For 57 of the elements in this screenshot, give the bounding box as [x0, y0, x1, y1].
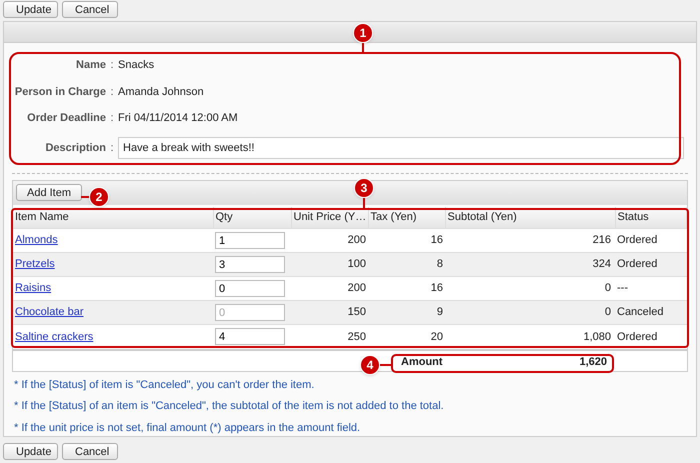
field-label: Order Deadline [26, 111, 106, 126]
table-cell: 324 [445, 252, 615, 276]
update-button[interactable]: Update [3, 1, 58, 18]
column-header[interactable]: Item Name [13, 206, 213, 228]
table-cell: Ordered [615, 252, 686, 276]
table-cell: 250 [291, 324, 368, 348]
column-header[interactable]: Subtotal (Yen) [445, 206, 615, 228]
cancel-button[interactable]: Cancel [62, 1, 118, 18]
table-cell: 0 [445, 300, 615, 324]
update-button[interactable]: Update [3, 443, 58, 460]
item-link[interactable]: Chocolate bar [15, 306, 84, 318]
table-cell: 200 [291, 276, 368, 300]
table-cell: 100 [291, 252, 368, 276]
colon: : [109, 140, 115, 156]
table-cell: --- [615, 276, 686, 300]
column-header[interactable]: Qty [213, 206, 291, 228]
note-text: * If the [Status] of item is "Canceled", you can't order the item. [14, 378, 316, 392]
colon: : [109, 84, 115, 100]
colon: : [109, 111, 115, 126]
note-text: * If the unit price is not set, final amount (*) appears in the amount field. [14, 420, 362, 436]
qty-field[interactable]: 3 [215, 256, 285, 273]
field-label: Description [44, 140, 106, 156]
table-cell: 200 [291, 228, 368, 252]
amount-value: 1,620 [579, 355, 607, 370]
table-cell: 150 [291, 300, 368, 324]
table-cell: 216 [445, 228, 615, 252]
cancel-button[interactable]: Cancel [62, 443, 118, 460]
column-header[interactable]: Unit Price (Y… [291, 206, 368, 228]
colon: : [109, 58, 115, 74]
table-cell: 8 [368, 252, 445, 276]
table-cell: 1,080 [445, 324, 615, 348]
table-cell: 0 [445, 276, 615, 300]
table-cell: 16 [368, 228, 445, 252]
table-cell: 20 [368, 324, 445, 348]
field-label: Name [75, 58, 106, 74]
field-label: Person in Charge [14, 84, 106, 100]
item-link[interactable]: Raisins [15, 282, 52, 294]
table-cell: Canceled [615, 300, 686, 324]
table-cell: 9 [368, 300, 445, 324]
column-header[interactable]: Tax (Yen) [368, 206, 445, 228]
amount-label: Amount [401, 355, 443, 370]
column-header[interactable]: Status [615, 206, 686, 228]
note-text: * If the [Status] of an item is "Canceled", the subtotal of the item is not added to the total. [14, 399, 445, 414]
field-value: Fri 04/11/2014 12:00 AM [118, 111, 238, 126]
table-cell: Ordered [615, 324, 686, 348]
qty-field[interactable]: 4 [215, 328, 285, 346]
field-value: Amanda Johnson [118, 84, 204, 100]
field-value: Snacks [118, 58, 154, 74]
qty-field[interactable]: 0 [215, 280, 285, 297]
item-link[interactable]: Almonds [15, 234, 58, 246]
table-cell: Ordered [615, 228, 686, 252]
add-item-button[interactable]: Add Item [16, 184, 82, 201]
item-link[interactable]: Saltine crackers [15, 330, 94, 342]
qty-field[interactable]: 1 [215, 232, 285, 249]
item-link[interactable]: Pretzels [15, 258, 55, 270]
table-cell: 16 [368, 276, 445, 300]
description-field[interactable]: Have a break with sweets!! [118, 136, 684, 159]
